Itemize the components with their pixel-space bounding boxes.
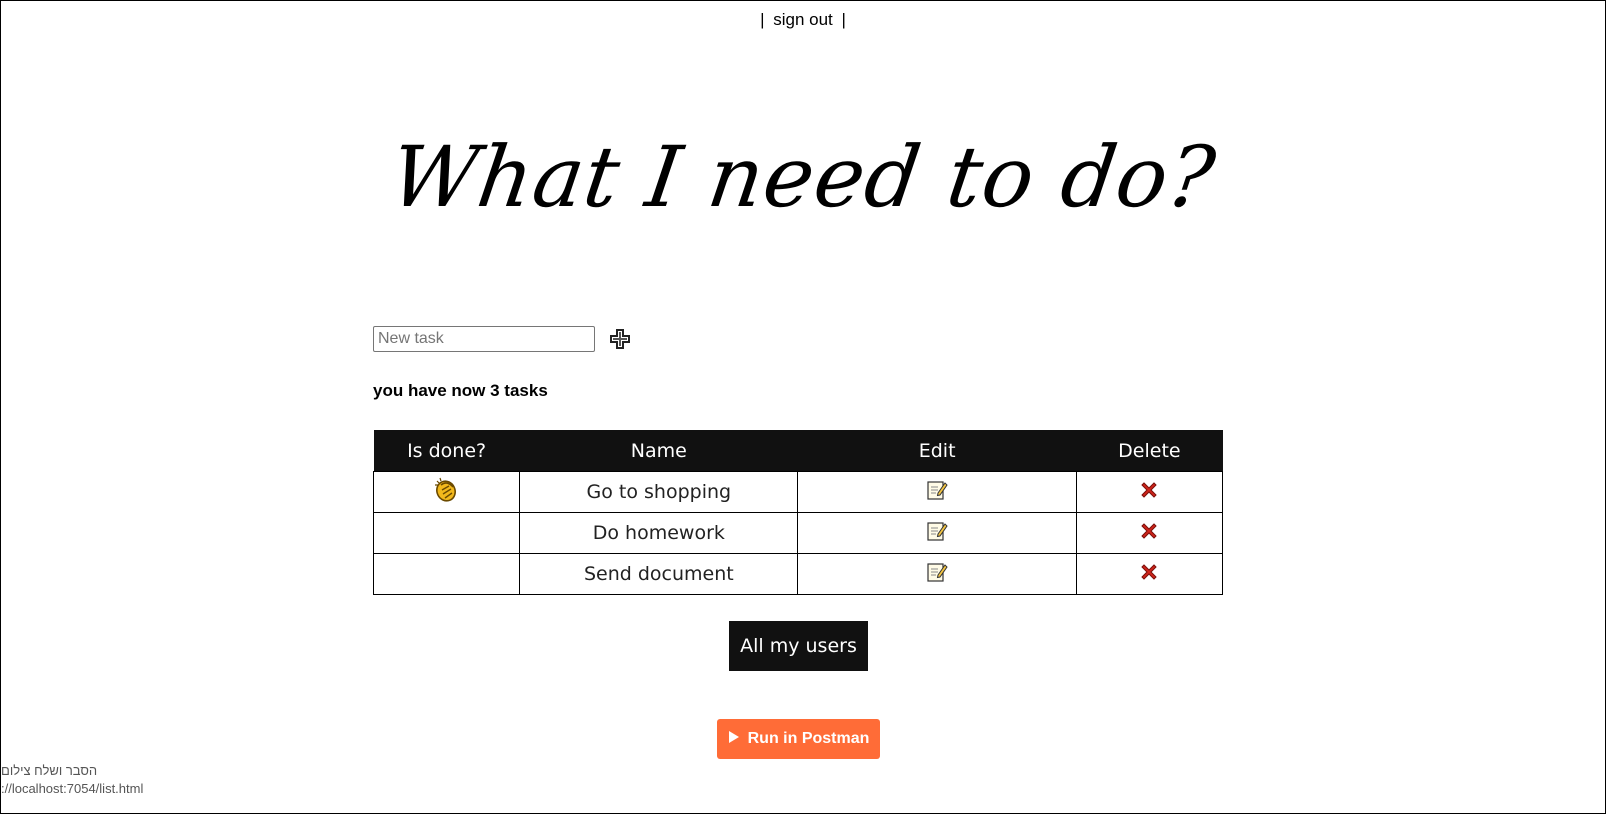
cross-mark-icon[interactable] [1139, 521, 1159, 546]
table-header-row: Is done? Name Edit Delete [373, 430, 1223, 472]
header-edit: Edit [797, 430, 1077, 472]
clapping-hands-icon[interactable] [433, 476, 461, 509]
cross-mark-icon[interactable] [1139, 480, 1159, 505]
done-cell[interactable] [372, 471, 521, 513]
memo-icon[interactable] [926, 520, 948, 547]
done-cell[interactable] [372, 553, 521, 595]
task-count: you have now 3 tasks [373, 381, 548, 400]
delete-cell [1075, 471, 1224, 513]
table-row: Go to shopping [372, 471, 1224, 513]
all-users-button[interactable]: All my users [729, 621, 868, 671]
header-name: Name [519, 430, 798, 472]
run-in-postman-button[interactable]: Run in Postman [717, 719, 880, 759]
page-title: What I need to do? [384, 128, 1222, 226]
header-is-done: Is done? [373, 430, 520, 472]
task-name: Go to shopping [519, 471, 799, 513]
browser-status-bar: הסבר ושלח צילום ://localhost:7054/list.h… [1, 762, 143, 798]
delete-cell [1075, 512, 1224, 554]
done-cell[interactable] [372, 512, 521, 554]
task-name: Do homework [519, 512, 799, 554]
table-row: Send document [372, 553, 1224, 595]
new-task-form [373, 326, 631, 352]
postman-button-label: Run in Postman [747, 730, 870, 747]
edit-cell [797, 553, 1077, 595]
nav-separator: | [841, 10, 846, 29]
new-task-input[interactable] [373, 326, 595, 352]
header-delete: Delete [1076, 430, 1223, 472]
top-nav: | sign out | [0, 10, 1606, 30]
nav-separator: | [760, 10, 765, 29]
memo-icon[interactable] [926, 561, 948, 588]
delete-cell [1075, 553, 1224, 595]
memo-icon[interactable] [926, 479, 948, 506]
task-name: Send document [519, 553, 799, 595]
page-frame [0, 0, 1606, 814]
status-text: הסבר ושלח צילום [1, 763, 98, 778]
table-row: Do homework [372, 512, 1224, 554]
play-icon [728, 730, 740, 749]
edit-cell [797, 471, 1077, 513]
edit-cell [797, 512, 1077, 554]
tasks-table: Is done? Name Edit Delete Go to shopping [372, 430, 1224, 595]
sign-out-link[interactable]: sign out [773, 10, 833, 29]
cross-mark-icon[interactable] [1139, 562, 1159, 587]
status-url: ://localhost:7054/list.html [1, 781, 144, 796]
plus-icon[interactable] [609, 328, 631, 350]
